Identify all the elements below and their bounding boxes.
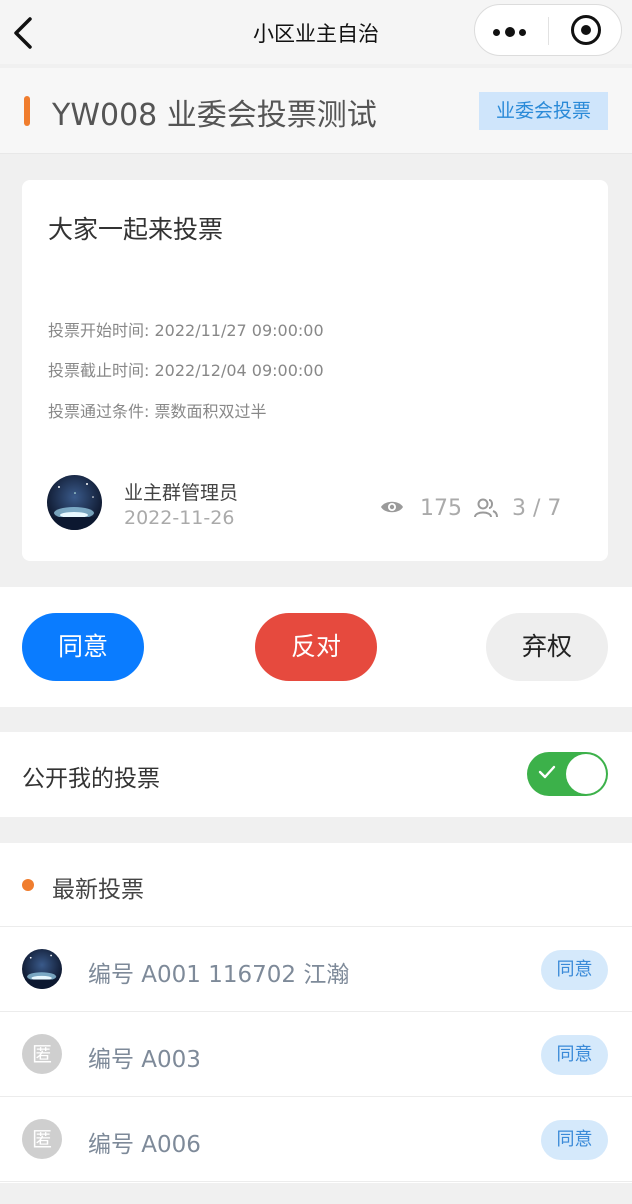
abstain-button[interactable]: 弃权 [486, 613, 608, 681]
vote-status-badge: 同意 [541, 1120, 608, 1160]
publish-date: 2022-11-26 [124, 507, 235, 529]
latest-votes-section: 最新投票 编号 A001 116702 江瀚 同意 匿 编号 A003 同意 匿… [0, 843, 632, 1183]
title-accent-bar [24, 96, 30, 126]
vote-actions: 同意 反对 弃权 [0, 587, 632, 707]
capsule-divider [548, 17, 549, 45]
anonymous-avatar: 匿 [22, 1119, 62, 1159]
public-vote-label: 公开我的投票 [22, 766, 160, 792]
vote-card: 大家一起来投票 投票开始时间: 2022/11/27 09:00:00 投票截止… [22, 180, 608, 561]
start-time: 投票开始时间: 2022/11/27 09:00:00 [48, 321, 324, 340]
mini-program-capsule [474, 4, 622, 56]
public-vote-row: 公开我的投票 [0, 732, 632, 817]
check-icon [538, 765, 556, 779]
voter-name: 编号 A003 [88, 1047, 201, 1073]
vote-record-row[interactable]: 编号 A001 116702 江瀚 同意 [0, 927, 632, 1012]
vote-type-tag: 业委会投票 [479, 92, 608, 130]
oppose-button[interactable]: 反对 [255, 613, 377, 681]
vote-header: YW008 业委会投票测试 业委会投票 [0, 68, 632, 154]
view-count: 175 [420, 496, 462, 521]
author-name: 业主群管理员 [124, 482, 239, 504]
latest-votes-header: 最新投票 [0, 843, 632, 927]
vote-title: YW008 业委会投票测试 [52, 98, 377, 133]
anonymous-avatar: 匿 [22, 1034, 62, 1074]
navigation-bar: 小区业主自治 [0, 0, 632, 64]
agree-button[interactable]: 同意 [22, 613, 144, 681]
pass-condition: 投票通过条件: 票数面积双过半 [48, 402, 267, 421]
section-dot [22, 879, 34, 891]
toggle-knob [566, 754, 606, 794]
author-avatar [47, 475, 102, 530]
vote-description: 大家一起来投票 [48, 215, 224, 244]
vote-record-row[interactable]: 匿 编号 A003 同意 [0, 1012, 632, 1097]
public-vote-toggle[interactable] [527, 752, 608, 796]
voter-name: 编号 A001 116702 江瀚 [88, 962, 350, 988]
vote-status-badge: 同意 [541, 950, 608, 990]
voter-name: 编号 A006 [88, 1132, 201, 1158]
more-icon[interactable] [491, 27, 531, 37]
vote-record-row[interactable]: 匿 编号 A006 同意 [0, 1097, 632, 1182]
close-target-icon[interactable] [571, 15, 601, 45]
eye-icon [381, 501, 403, 513]
vote-status-badge: 同意 [541, 1035, 608, 1075]
participants-icon [474, 498, 498, 518]
participant-count: 3 / 7 [512, 496, 562, 521]
end-time: 投票截止时间: 2022/12/04 09:00:00 [48, 361, 324, 380]
voter-avatar [22, 949, 62, 989]
latest-votes-title: 最新投票 [52, 877, 144, 903]
